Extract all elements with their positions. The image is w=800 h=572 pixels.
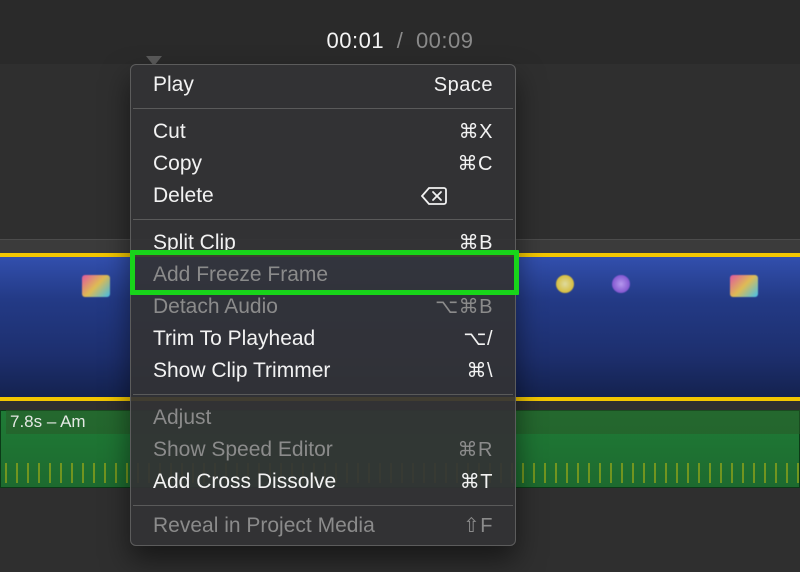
time-display: 00:01 / 00:09: [327, 28, 474, 54]
menu-label: Split Clip: [153, 227, 236, 259]
time-total: 00:09: [416, 28, 474, 53]
menu-label: Reveal in Project Media: [153, 513, 375, 539]
menu-label: Play: [153, 69, 194, 101]
menu-cut[interactable]: Cut ⌘X: [131, 116, 515, 148]
menu-add-cross-dissolve[interactable]: Add Cross Dissolve ⌘T: [131, 466, 515, 498]
clip-thumb-icon: [556, 275, 574, 293]
menu-shortcut: ⌘X: [421, 116, 493, 148]
menu-show-speed-editor: Show Speed Editor ⌘R: [131, 434, 515, 466]
menu-shortcut: ⌥/: [421, 323, 493, 355]
menu-separator: [133, 108, 513, 109]
context-menu[interactable]: Play Space Cut ⌘X Copy ⌘C Delete Split C…: [130, 64, 516, 546]
menu-label: Adjust: [153, 402, 211, 434]
menu-play[interactable]: Play Space: [131, 69, 515, 101]
menu-shortcut: ⌘\: [421, 355, 493, 387]
menu-label: Add Cross Dissolve: [153, 466, 336, 498]
menu-shortcut: ⌥⌘B: [421, 291, 493, 323]
menu-separator: [133, 505, 513, 506]
menu-label: Add Freeze Frame: [153, 259, 328, 291]
menu-label: Delete: [153, 180, 214, 212]
time-current: 00:01: [327, 28, 385, 53]
menu-delete[interactable]: Delete: [131, 180, 515, 212]
menu-adjust: Adjust: [131, 402, 515, 434]
clip-thumb-icon: [82, 275, 110, 297]
menu-label: Trim To Playhead: [153, 323, 315, 355]
menu-label: Show Clip Trimmer: [153, 355, 330, 387]
menu-copy[interactable]: Copy ⌘C: [131, 148, 515, 180]
time-separator: /: [391, 28, 410, 53]
menu-label: Show Speed Editor: [153, 434, 333, 466]
menu-shortcut: ⌘C: [421, 148, 493, 180]
menu-label: Detach Audio: [153, 291, 278, 323]
menu-separator: [133, 394, 513, 395]
menu-shortcut: ⌘T: [421, 466, 493, 498]
menu-shortcut: ⌘R: [421, 434, 493, 466]
menu-add-freeze-frame: Add Freeze Frame: [131, 259, 515, 291]
menu-split-clip[interactable]: Split Clip ⌘B: [131, 227, 515, 259]
top-bar: 00:01 / 00:09: [0, 0, 800, 64]
menu-label: Copy: [153, 148, 202, 180]
delete-backspace-icon: [421, 187, 493, 205]
menu-separator: [133, 219, 513, 220]
menu-detach-audio: Detach Audio ⌥⌘B: [131, 291, 515, 323]
menu-shortcut: ⌘B: [421, 227, 493, 259]
menu-show-clip-trimmer[interactable]: Show Clip Trimmer ⌘\: [131, 355, 515, 387]
menu-label: Cut: [153, 116, 186, 148]
menu-reveal-in-project-media: Reveal in Project Media ⇧F: [131, 513, 515, 539]
menu-trim-to-playhead[interactable]: Trim To Playhead ⌥/: [131, 323, 515, 355]
menu-shortcut: Space: [421, 69, 493, 101]
clip-thumb-icon: [612, 275, 630, 293]
clip-thumb-icon: [730, 275, 758, 297]
menu-shortcut: ⇧F: [421, 513, 493, 539]
